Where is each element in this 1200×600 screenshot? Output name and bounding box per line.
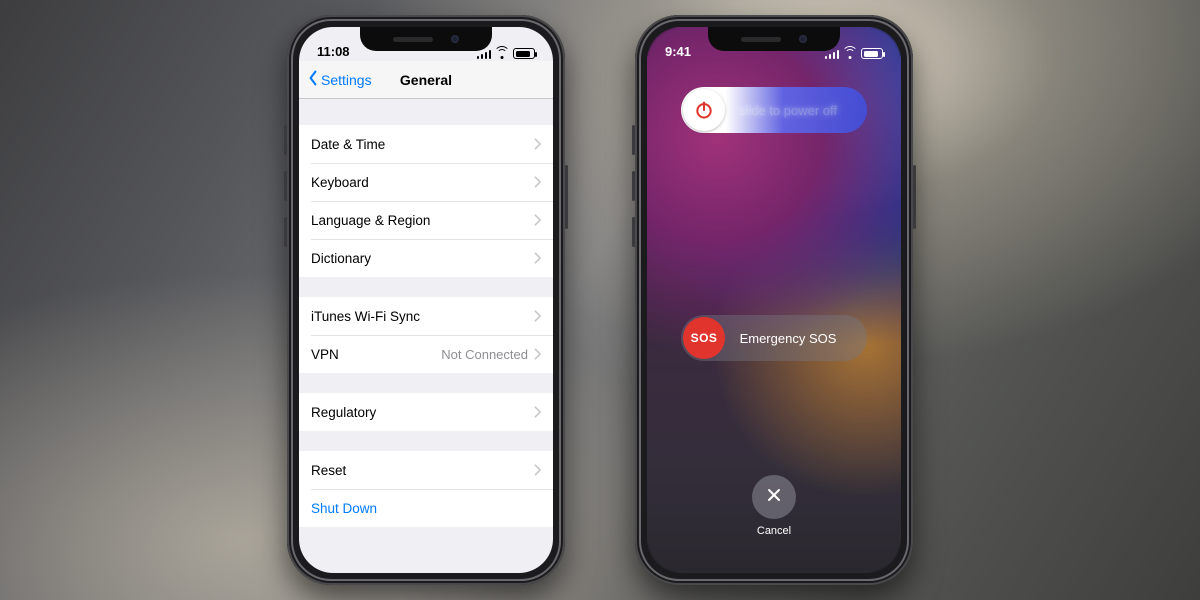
back-label: Settings bbox=[321, 72, 372, 88]
row-regulatory[interactable]: Regulatory bbox=[299, 393, 553, 431]
cancel-button[interactable] bbox=[752, 475, 796, 519]
battery-icon bbox=[861, 48, 883, 59]
row-label: Regulatory bbox=[311, 405, 376, 420]
row-language-region[interactable]: Language & Region bbox=[299, 201, 553, 239]
page-title: General bbox=[400, 72, 452, 88]
cancel-control: Cancel bbox=[752, 475, 796, 537]
chevron-right-icon bbox=[534, 348, 541, 360]
settings-list[interactable]: Date & Time Keyboard Language & Region D… bbox=[299, 99, 553, 573]
chevron-right-icon bbox=[534, 214, 541, 226]
chevron-right-icon bbox=[534, 176, 541, 188]
row-keyboard[interactable]: Keyboard bbox=[299, 163, 553, 201]
chevron-right-icon bbox=[534, 464, 541, 476]
section-gap bbox=[299, 277, 553, 297]
screen-settings: 11:08 Settings General bbox=[299, 27, 553, 573]
row-itunes-wifi-sync[interactable]: iTunes Wi-Fi Sync bbox=[299, 297, 553, 335]
row-label: VPN bbox=[311, 347, 339, 362]
chevron-right-icon bbox=[534, 406, 541, 418]
phone-left-settings: 11:08 Settings General bbox=[287, 15, 565, 585]
status-time: 9:41 bbox=[665, 44, 691, 59]
battery-icon bbox=[513, 48, 535, 59]
chevron-right-icon bbox=[534, 252, 541, 264]
row-date-time[interactable]: Date & Time bbox=[299, 125, 553, 163]
sos-slider-label: Emergency SOS bbox=[727, 331, 867, 346]
power-off-overlay: 9:41 slide to power off SOS Emergency SO… bbox=[647, 27, 901, 573]
row-dictionary[interactable]: Dictionary bbox=[299, 239, 553, 277]
row-shut-down[interactable]: Shut Down bbox=[299, 489, 553, 527]
slide-to-power-off[interactable]: slide to power off bbox=[681, 87, 867, 133]
notch bbox=[708, 27, 840, 51]
chevron-left-icon bbox=[307, 70, 319, 89]
power-slider-label: slide to power off bbox=[727, 103, 867, 118]
status-time: 11:08 bbox=[317, 44, 350, 59]
cancel-label: Cancel bbox=[752, 525, 796, 537]
row-vpn[interactable]: VPN Not Connected bbox=[299, 335, 553, 373]
settings-app: 11:08 Settings General bbox=[299, 27, 553, 573]
wifi-icon bbox=[843, 49, 857, 59]
row-label: Reset bbox=[311, 463, 346, 478]
section-gap bbox=[299, 373, 553, 393]
row-detail: Not Connected bbox=[441, 347, 528, 362]
chevron-right-icon bbox=[534, 310, 541, 322]
chevron-right-icon bbox=[534, 138, 541, 150]
power-icon[interactable] bbox=[683, 89, 725, 131]
nav-bar: Settings General bbox=[299, 61, 553, 99]
row-label: Keyboard bbox=[311, 175, 369, 190]
close-icon bbox=[766, 487, 782, 508]
phone-right-poweroff: 9:41 slide to power off SOS Emergency SO… bbox=[635, 15, 913, 585]
row-reset[interactable]: Reset bbox=[299, 451, 553, 489]
row-label: Language & Region bbox=[311, 213, 430, 228]
sos-icon[interactable]: SOS bbox=[683, 317, 725, 359]
row-label: Dictionary bbox=[311, 251, 371, 266]
section-gap bbox=[299, 99, 553, 125]
notch bbox=[360, 27, 492, 51]
wifi-icon bbox=[495, 49, 509, 59]
row-label: Date & Time bbox=[311, 137, 385, 152]
row-label: Shut Down bbox=[311, 501, 377, 516]
section-gap bbox=[299, 431, 553, 451]
screen-poweroff: 9:41 slide to power off SOS Emergency SO… bbox=[647, 27, 901, 573]
slide-emergency-sos[interactable]: SOS Emergency SOS bbox=[681, 315, 867, 361]
row-label: iTunes Wi-Fi Sync bbox=[311, 309, 420, 324]
back-button[interactable]: Settings bbox=[307, 70, 372, 89]
